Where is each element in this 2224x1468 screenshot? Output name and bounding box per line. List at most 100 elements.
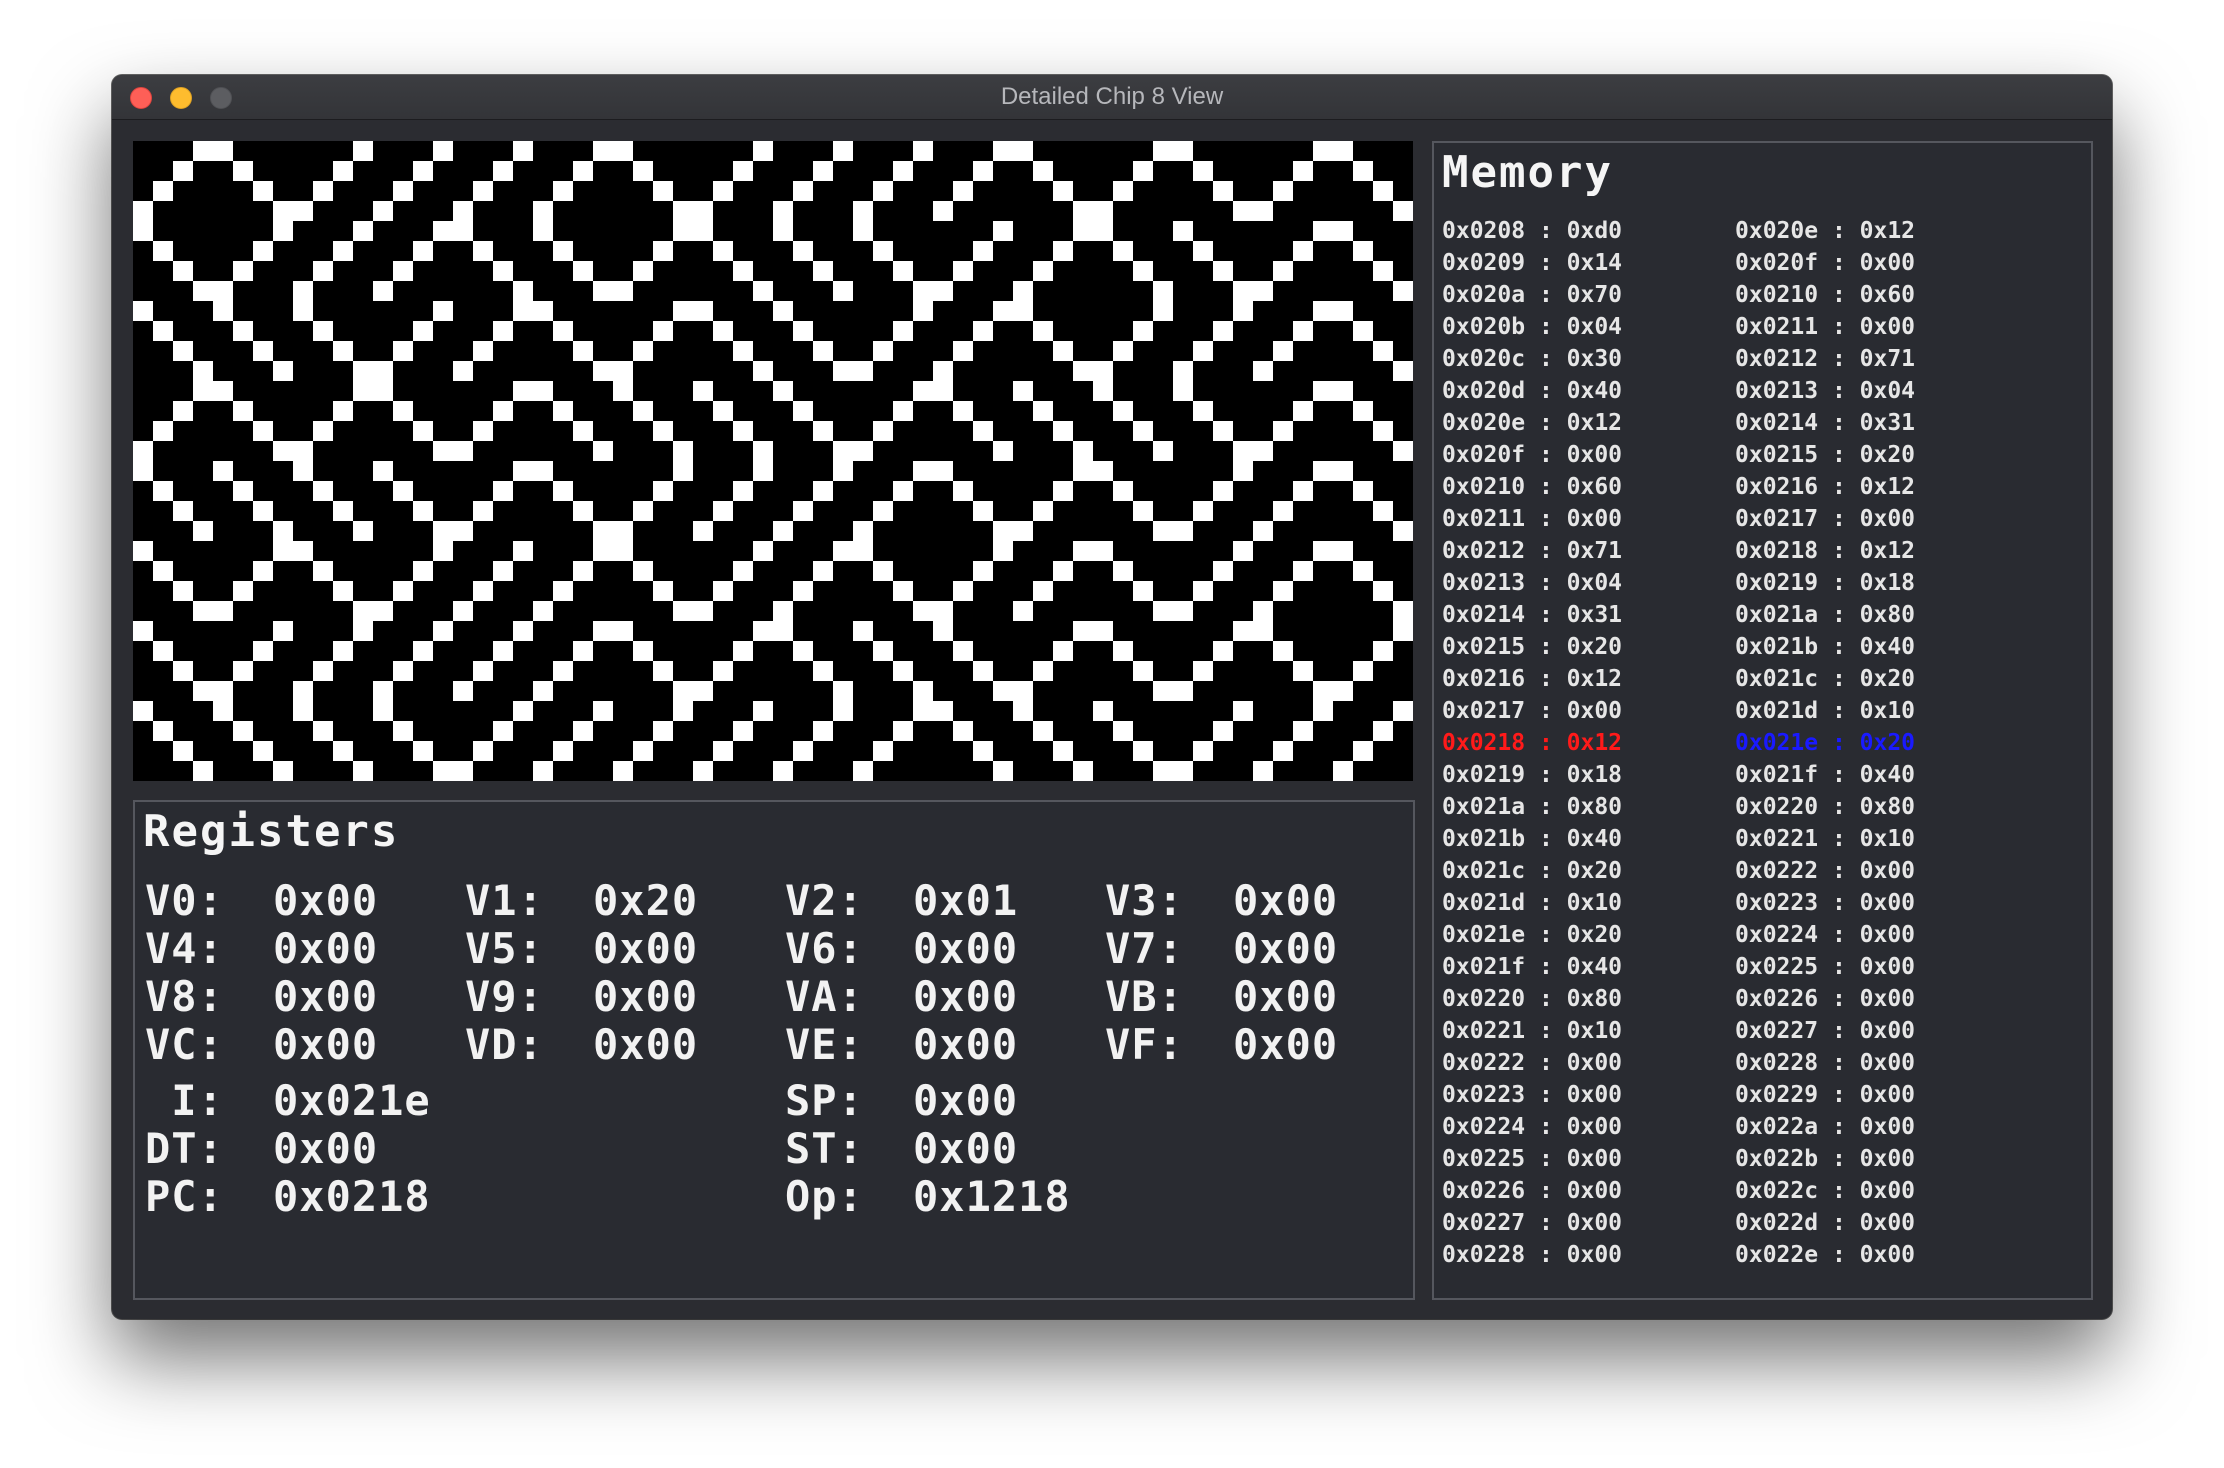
memory-address: 0x021d [1442, 890, 1526, 916]
pixel [293, 681, 313, 701]
memory-value: 0x00 [1566, 698, 1623, 724]
pixel [833, 681, 853, 701]
pixel [1213, 481, 1233, 501]
pixel [973, 561, 993, 581]
memory-row: 0x021a : 0x80 [1735, 599, 1915, 631]
pixel [713, 581, 733, 601]
pixel [233, 401, 253, 421]
memory-address: 0x021f [1735, 762, 1819, 788]
pixel [1393, 201, 1413, 221]
pixel [893, 661, 913, 681]
register-v7: V7: 0x00 [1105, 924, 1338, 973]
pixel [613, 281, 633, 301]
pixel [153, 421, 173, 441]
pixel [293, 701, 313, 721]
pixel [1233, 301, 1253, 321]
pixel [913, 461, 933, 481]
memory-value: 0x12 [1859, 218, 1916, 244]
register-value: 0x0218 [273, 1172, 431, 1221]
pixel [1273, 341, 1293, 361]
pixel [1233, 701, 1253, 721]
memory-value: 0x00 [1859, 1050, 1916, 1076]
memory-row: 0x0223 : 0x00 [1735, 887, 1915, 919]
pixel [353, 221, 373, 241]
pixel [933, 701, 953, 721]
register-vf: VF: 0x00 [1105, 1020, 1338, 1069]
pixel [933, 621, 953, 641]
register-label: V9: [465, 972, 544, 1021]
pixel [393, 401, 413, 421]
pixel [413, 421, 433, 441]
memory-separator: : [1525, 442, 1567, 468]
pixel [633, 741, 653, 761]
memory-value: 0x40 [1566, 954, 1623, 980]
register-label: V8: [145, 972, 224, 1021]
pixel [1373, 721, 1393, 741]
pixel [733, 481, 753, 501]
pixel [833, 461, 853, 481]
pixel [1233, 281, 1253, 301]
register-value: 0x00 [1233, 876, 1339, 925]
memory-address: 0x021f [1442, 954, 1526, 980]
pixel [313, 181, 333, 201]
pixel [753, 141, 773, 161]
pixel [393, 721, 413, 741]
pixel [633, 401, 653, 421]
title-bar[interactable]: Detailed Chip 8 View [112, 75, 2112, 120]
pixel [313, 481, 333, 501]
pixel [1393, 281, 1413, 301]
pixel [333, 641, 353, 661]
pixel [613, 381, 633, 401]
pixel [1293, 241, 1313, 261]
pixel [793, 241, 813, 261]
pixel [633, 161, 653, 181]
pixel [1353, 401, 1373, 421]
pixel [353, 381, 373, 401]
pixel [1093, 201, 1113, 221]
memory-value: 0x00 [1859, 1114, 1916, 1140]
memory-row: 0x0222 : 0x00 [1442, 1047, 1622, 1079]
pixel [1333, 301, 1353, 321]
memory-value: 0x00 [1859, 506, 1916, 532]
registers-title: Registers [143, 806, 400, 857]
memory-row: 0x021b : 0x40 [1735, 631, 1915, 663]
pixel [893, 261, 913, 281]
memory-separator: : [1818, 314, 1860, 340]
pixel [193, 381, 213, 401]
memory-separator: : [1818, 538, 1860, 564]
memory-separator: : [1525, 890, 1567, 916]
memory-value: 0xd0 [1566, 218, 1623, 244]
pixel [1133, 581, 1153, 601]
pixel [613, 361, 633, 381]
pixel [173, 161, 193, 181]
memory-address: 0x021e [1442, 922, 1526, 948]
pixel [773, 761, 793, 781]
pixel [1133, 261, 1153, 281]
memory-address: 0x021a [1735, 602, 1819, 628]
pixel [1133, 501, 1153, 521]
pixel [1033, 401, 1053, 421]
pixel [213, 381, 233, 401]
memory-row: 0x0213 : 0x04 [1442, 567, 1622, 599]
memory-address: 0x0227 [1442, 1210, 1526, 1236]
pixel [1253, 601, 1273, 621]
pixel [1013, 521, 1033, 541]
memory-value: 0x40 [1566, 378, 1623, 404]
pixel [1173, 141, 1193, 161]
pixel [1173, 221, 1193, 241]
pixel [253, 421, 273, 441]
memory-row: 0x021f : 0x40 [1735, 759, 1915, 791]
pixel [213, 141, 233, 161]
pixel [553, 401, 573, 421]
pixel [953, 401, 973, 421]
memory-separator: : [1818, 954, 1860, 980]
pixel [1373, 181, 1393, 201]
register-sp: SP: 0x00 [785, 1076, 1018, 1125]
memory-row: 0x0208 : 0xd0 [1442, 215, 1622, 247]
memory-value: 0x12 [1859, 474, 1916, 500]
memory-row: 0x022a : 0x00 [1735, 1111, 1915, 1143]
pixel [853, 361, 873, 381]
memory-separator: : [1818, 410, 1860, 436]
pixel [1073, 541, 1093, 561]
register-value: 0x00 [913, 972, 1019, 1021]
